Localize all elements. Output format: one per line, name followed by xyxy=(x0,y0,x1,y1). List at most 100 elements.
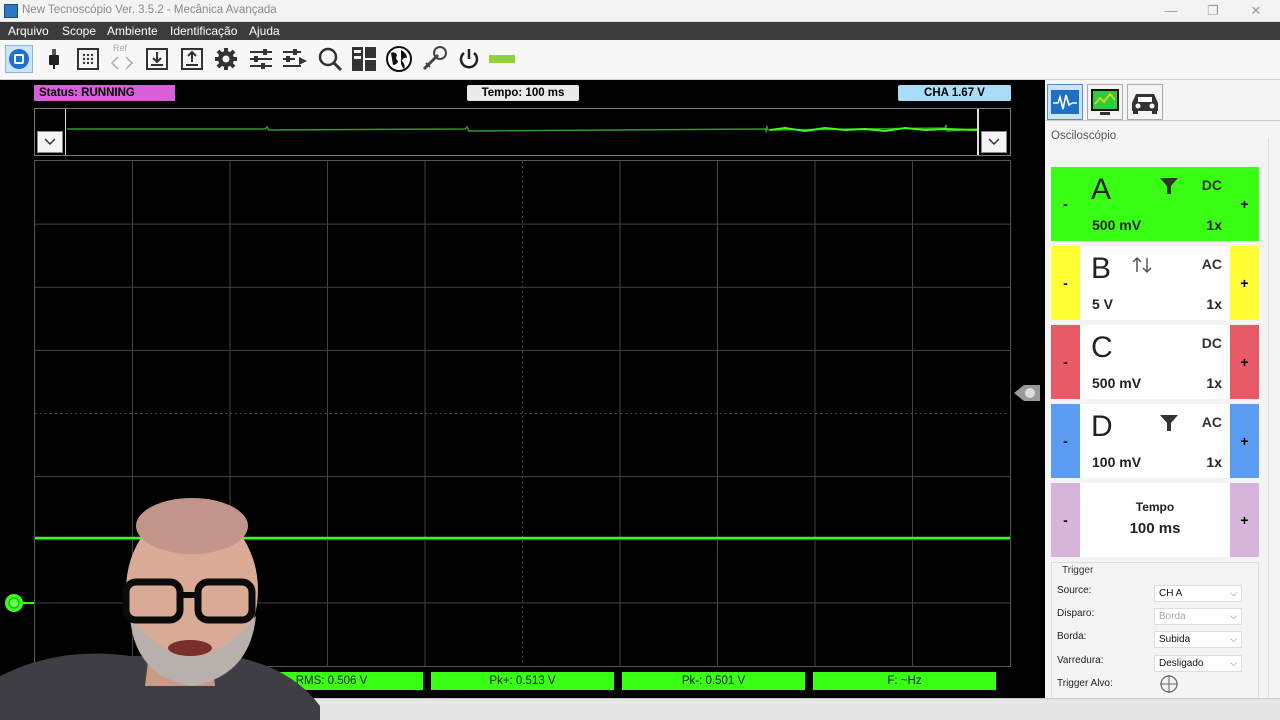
trigger-borda-select[interactable]: Subida ⌵ xyxy=(1154,631,1242,648)
trigger-source-value: CH A xyxy=(1159,588,1183,599)
grid-icon[interactable] xyxy=(74,45,102,73)
trigger-title: Trigger xyxy=(1060,565,1096,576)
trigger-level-marker[interactable] xyxy=(1012,381,1044,405)
sliders-icon[interactable] xyxy=(247,45,275,73)
channel-b-minus-button[interactable]: - xyxy=(1051,246,1080,320)
channel-a-volts: 500 mV xyxy=(1092,217,1142,233)
trigger-source-label: Source: xyxy=(1057,585,1092,596)
tempo-minus-button[interactable]: - xyxy=(1051,483,1080,557)
channel-a-probe: 1x xyxy=(1206,217,1222,233)
save-icon[interactable] xyxy=(143,45,171,73)
right-panel: Osciloscópio - A DC 500 mV 1x + - B AC 5… xyxy=(1045,80,1280,700)
panel-title: Osciloscópio xyxy=(1051,130,1117,142)
cha-badge: CHA 1.67 V xyxy=(898,85,1011,101)
trigger-group: Trigger Source: CH A ⌵ Disparo: Borda ⌵ Bo… xyxy=(1051,562,1259,700)
channel-b-letter: B xyxy=(1091,252,1112,285)
channel-a-filter-icon xyxy=(1160,178,1178,194)
battery-icon xyxy=(489,45,517,73)
channel-c-minus-button[interactable]: - xyxy=(1051,325,1080,399)
channel-d-probe: 1x xyxy=(1206,454,1222,470)
chevron-down-icon: ⌵ xyxy=(1230,588,1237,598)
trigger-disparo-label: Disparo: xyxy=(1057,608,1095,619)
menu-ambiente[interactable]: Ambiente xyxy=(107,24,158,38)
channel-b-swap-icon xyxy=(1132,256,1152,274)
overview-strip[interactable] xyxy=(34,108,1011,156)
menu-arquivo[interactable]: Arquivo xyxy=(8,24,49,38)
measurement-pk-plus: Pk+: 0.513 V xyxy=(431,672,614,690)
scope-tab-icon[interactable] xyxy=(1047,84,1083,120)
gear-icon[interactable] xyxy=(212,45,240,73)
tempo-badge: Tempo: 100 ms xyxy=(467,85,579,101)
overview-left-dropdown[interactable] xyxy=(37,131,63,153)
channel-d-volts: 100 mV xyxy=(1092,454,1142,470)
channel-d-coupling: AC xyxy=(1201,414,1222,430)
chevron-down-icon: ⌵ xyxy=(1230,611,1237,621)
globe-icon[interactable] xyxy=(385,45,413,73)
menu-scope[interactable]: Scope xyxy=(62,24,96,38)
channel-b-probe: 1x xyxy=(1206,296,1222,312)
tempo-plus-button[interactable]: + xyxy=(1230,483,1259,557)
title-bar: New Tecnoscópio Ver. 3.5.2 - Mecânica Av… xyxy=(0,0,1280,22)
trigger-source-select[interactable]: CH A ⌵ xyxy=(1154,585,1242,602)
channel-a-plus-button[interactable]: + xyxy=(1230,167,1259,241)
trigger-disparo-select[interactable]: Borda ⌵ xyxy=(1154,608,1242,625)
probe-icon[interactable] xyxy=(40,45,68,73)
ref-arrows-icon[interactable]: Ref xyxy=(108,43,136,73)
channel-c-coupling: DC xyxy=(1201,335,1222,351)
ref-label: Ref xyxy=(113,43,128,53)
sliders-arrow-icon[interactable] xyxy=(281,45,309,73)
app-icon xyxy=(4,4,18,18)
channel-a-coupling: DC xyxy=(1201,177,1222,193)
crosshair-icon[interactable] xyxy=(1159,674,1179,694)
channel-b-coupling: AC xyxy=(1201,256,1222,272)
minimize-button[interactable]: — xyxy=(1157,2,1185,20)
trigger-borda-label: Borda: xyxy=(1057,631,1087,642)
tempo-label: Tempo xyxy=(1135,500,1175,514)
tempo-card[interactable]: - Tempo 100 ms + xyxy=(1051,483,1259,557)
power-icon[interactable] xyxy=(455,45,483,73)
channel-d-filter-icon xyxy=(1160,415,1178,431)
toolbar: Ref xyxy=(0,40,1280,80)
menu-identificacao[interactable]: Identificação xyxy=(170,24,237,38)
channel-b-plus-button[interactable]: + xyxy=(1230,246,1259,320)
channel-a-card[interactable]: - A DC 500 mV 1x + xyxy=(1051,167,1259,241)
menu-ajuda[interactable]: Ajuda xyxy=(249,24,280,38)
zoom-icon[interactable] xyxy=(316,45,344,73)
channel-d-minus-button[interactable]: - xyxy=(1051,404,1080,478)
channel-c-volts: 500 mV xyxy=(1092,375,1142,391)
panel-scrollbar[interactable] xyxy=(1268,138,1280,698)
channel-b-volts: 5 V xyxy=(1092,296,1114,312)
menu-bar: Arquivo Scope Ambiente Identificação Aju… xyxy=(0,22,1280,40)
measurement-pk-minus: Pk-: 0.501 V xyxy=(622,672,805,690)
monitor-tab-icon[interactable] xyxy=(1087,84,1123,120)
channel-a-letter: A xyxy=(1091,173,1112,206)
tool-icon[interactable] xyxy=(420,45,448,73)
channel-c-probe: 1x xyxy=(1206,375,1222,391)
trigger-varredura-value: Desligado xyxy=(1159,658,1204,669)
window-title: New Tecnoscópio Ver. 3.5.2 - Mecânica Av… xyxy=(22,4,277,16)
channel-d-card[interactable]: - D AC 100 mV 1x + xyxy=(1051,404,1259,478)
measurement-frequency: F: ~Hz xyxy=(813,672,996,690)
load-icon[interactable] xyxy=(178,45,206,73)
panel-divider xyxy=(1045,120,1280,121)
channel-b-card[interactable]: - B AC 5 V 1x + xyxy=(1051,246,1259,320)
run-stop-icon[interactable] xyxy=(5,45,33,73)
channel-d-plus-button[interactable]: + xyxy=(1230,404,1259,478)
chevron-down-icon: ⌵ xyxy=(1230,658,1237,668)
maximize-button[interactable]: ❐ xyxy=(1199,2,1227,20)
close-button[interactable]: ✕ xyxy=(1242,2,1270,20)
channel-a-minus-button[interactable]: - xyxy=(1051,167,1080,241)
trigger-alvo-label: Trigger Alvo: xyxy=(1057,678,1113,689)
overview-trace xyxy=(65,109,979,155)
trigger-varredura-label: Varredura: xyxy=(1057,655,1104,666)
layout-icon[interactable] xyxy=(350,45,378,73)
status-badge: Status: RUNNING xyxy=(34,85,175,101)
channel-d-letter: D xyxy=(1091,410,1113,443)
trigger-borda-value: Subida xyxy=(1159,634,1191,645)
car-tab-icon[interactable] xyxy=(1127,84,1163,120)
channel-c-card[interactable]: - C DC 500 mV 1x + xyxy=(1051,325,1259,399)
trigger-varredura-select[interactable]: Desligado ⌵ xyxy=(1154,655,1242,672)
channel-c-plus-button[interactable]: + xyxy=(1230,325,1259,399)
overview-right-dropdown[interactable] xyxy=(981,131,1007,153)
channel-c-letter: C xyxy=(1091,331,1113,364)
